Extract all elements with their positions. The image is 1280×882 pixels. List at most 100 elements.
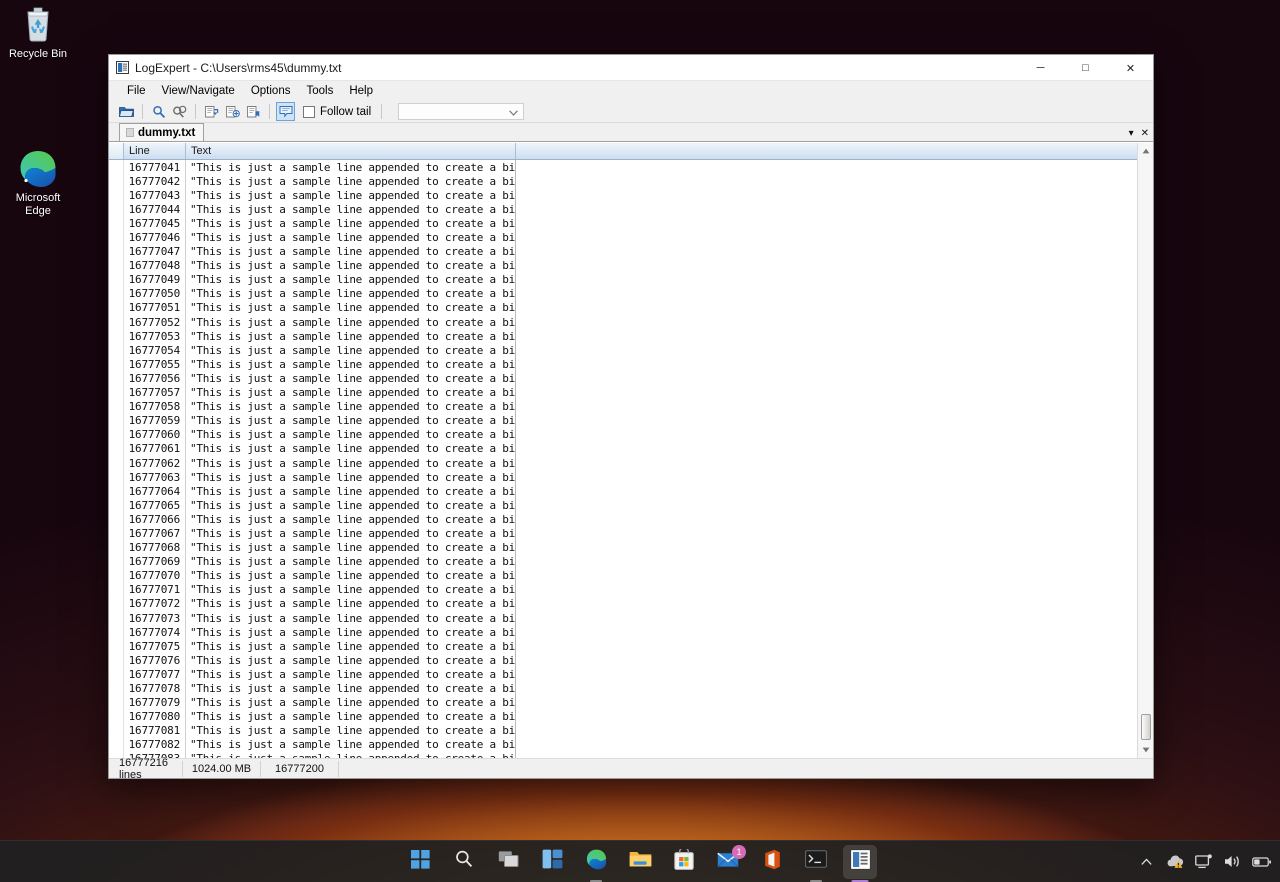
search-icon[interactable] xyxy=(149,102,168,121)
log-row[interactable]: 16777049 "This is just a sample line appe… xyxy=(109,272,1153,287)
row-marker-cell[interactable] xyxy=(109,709,124,724)
row-marker-cell[interactable] xyxy=(109,160,124,175)
row-marker-cell[interactable] xyxy=(109,653,124,668)
tail-window-icon[interactable] xyxy=(276,102,295,121)
log-row[interactable]: 16777068 "This is just a sample line appe… xyxy=(109,540,1153,555)
log-row[interactable]: 16777074 "This is just a sample line appe… xyxy=(109,625,1153,640)
log-row[interactable]: 16777076 "This is just a sample line appe… xyxy=(109,653,1153,668)
row-marker-cell[interactable] xyxy=(109,737,124,752)
bookmark-remove-icon[interactable] xyxy=(223,102,242,121)
row-marker-cell[interactable] xyxy=(109,230,124,245)
row-marker-cell[interactable] xyxy=(109,596,124,611)
taskbar-logexpert-button[interactable] xyxy=(843,844,877,882)
row-marker-cell[interactable] xyxy=(109,751,124,758)
row-marker-cell[interactable] xyxy=(109,455,124,471)
scroll-down-arrow-icon[interactable] xyxy=(1138,742,1154,758)
log-row[interactable]: 16777048 "This is just a sample line appe… xyxy=(109,258,1153,273)
row-marker-cell[interactable] xyxy=(109,582,124,597)
open-file-icon[interactable] xyxy=(117,102,136,121)
row-marker-cell[interactable] xyxy=(109,723,124,738)
log-row[interactable]: 16777060 "This is just a sample line appe… xyxy=(109,427,1153,442)
tab-close-icon[interactable]: ✕ xyxy=(1141,128,1149,139)
menu-help[interactable]: Help xyxy=(341,83,381,99)
menu-file[interactable]: File xyxy=(119,83,154,99)
taskbar-store-button[interactable] xyxy=(667,845,701,879)
log-row[interactable]: 16777045 "This is just a sample line appe… xyxy=(109,216,1153,231)
taskbar-task-view-button[interactable] xyxy=(491,845,525,879)
log-row[interactable]: 16777047 "This is just a sample line appe… xyxy=(109,244,1153,259)
row-marker-cell[interactable] xyxy=(109,258,124,273)
row-marker-cell[interactable] xyxy=(109,611,124,626)
scrollbar-thumb[interactable] xyxy=(1140,714,1151,740)
menu-options[interactable]: Options xyxy=(243,83,299,99)
taskbar-widgets-button[interactable] xyxy=(535,845,569,879)
log-row[interactable]: 16777058 "This is just a sample line appe… xyxy=(109,399,1153,414)
log-row[interactable]: 16777043 "This is just a sample line appe… xyxy=(109,188,1153,203)
menu-tools[interactable]: Tools xyxy=(298,83,341,99)
row-marker-cell[interactable] xyxy=(109,526,124,541)
speaker-icon[interactable] xyxy=(1223,849,1243,875)
log-row[interactable]: 16777041 "This is just a sample line appe… xyxy=(109,160,1153,175)
row-marker-cell[interactable] xyxy=(109,371,124,386)
row-marker-cell[interactable] xyxy=(109,512,124,527)
follow-tail-checkbox[interactable] xyxy=(303,105,315,118)
menu-view-navigate[interactable]: View/Navigate xyxy=(154,83,243,99)
row-marker-cell[interactable] xyxy=(109,329,124,344)
log-row[interactable]: 16777063 "This is just a sample line appe… xyxy=(109,470,1153,485)
scrollbar-track[interactable] xyxy=(1138,159,1154,742)
search-again-icon[interactable] xyxy=(170,102,189,121)
log-row[interactable]: 16777059 "This is just a sample line appe… xyxy=(109,413,1153,428)
log-row[interactable]: 16777052 "This is just a sample line appe… xyxy=(109,315,1153,330)
taskbar-start-button[interactable] xyxy=(403,845,437,879)
row-marker-cell[interactable] xyxy=(109,470,124,485)
taskbar-search-button[interactable] xyxy=(447,845,481,879)
battery-icon[interactable] xyxy=(1252,849,1272,875)
row-marker-cell[interactable] xyxy=(109,188,124,203)
row-marker-cell[interactable] xyxy=(109,244,124,259)
row-marker-cell[interactable] xyxy=(109,498,124,513)
log-row[interactable]: 16777042 "This is just a sample line appe… xyxy=(109,174,1153,189)
row-marker-cell[interactable] xyxy=(109,399,124,414)
tab-list-dropdown-icon[interactable]: ▾ xyxy=(1129,128,1134,139)
log-row[interactable]: 16777053 "This is just a sample line appe… xyxy=(109,329,1153,344)
log-row[interactable]: 16777071 "This is just a sample line appe… xyxy=(109,582,1153,597)
row-marker-cell[interactable] xyxy=(109,413,124,428)
log-row[interactable]: 16777082 "This is just a sample line appe… xyxy=(109,737,1153,752)
taskbar-edge-button[interactable] xyxy=(579,845,613,882)
row-marker-cell[interactable] xyxy=(109,681,124,696)
log-row[interactable]: 16777066 "This is just a sample line appe… xyxy=(109,512,1153,527)
log-row[interactable]: 16777046 "This is just a sample line appe… xyxy=(109,230,1153,245)
log-row[interactable]: 16777062 "This is just a sample line appe… xyxy=(109,455,1153,471)
row-marker-cell[interactable] xyxy=(109,300,124,316)
taskbar-office-button[interactable] xyxy=(755,845,789,879)
row-marker-cell[interactable] xyxy=(109,441,124,456)
row-marker-cell[interactable] xyxy=(109,174,124,189)
row-marker-cell[interactable] xyxy=(109,667,124,682)
row-marker-cell[interactable] xyxy=(109,540,124,555)
row-marker-cell[interactable] xyxy=(109,357,124,372)
log-row[interactable]: 16777070 "This is just a sample line appe… xyxy=(109,568,1153,583)
minimize-button[interactable]: ─ xyxy=(1018,55,1063,81)
log-row[interactable]: 16777075 "This is just a sample line appe… xyxy=(109,639,1153,654)
row-marker-cell[interactable] xyxy=(109,216,124,231)
row-marker-cell[interactable] xyxy=(109,554,124,569)
row-marker-cell[interactable] xyxy=(109,484,124,499)
row-marker-cell[interactable] xyxy=(109,385,124,400)
row-marker-cell[interactable] xyxy=(109,286,124,301)
log-row[interactable]: 16777079 "This is just a sample line appe… xyxy=(109,695,1153,710)
log-row[interactable]: 16777057 "This is just a sample line appe… xyxy=(109,385,1153,400)
log-row[interactable]: 16777044 "This is just a sample line appe… xyxy=(109,202,1153,217)
log-row[interactable]: 16777067 "This is just a sample line appe… xyxy=(109,526,1153,541)
log-row[interactable]: 16777051 "This is just a sample line appe… xyxy=(109,300,1153,316)
taskbar-mail-button[interactable]: 1 xyxy=(711,844,746,879)
row-marker-cell[interactable] xyxy=(109,695,124,710)
vertical-scrollbar[interactable] xyxy=(1137,143,1153,758)
row-marker-cell[interactable] xyxy=(109,625,124,640)
bookmark-add-icon[interactable] xyxy=(202,102,221,121)
row-marker-cell[interactable] xyxy=(109,343,124,358)
close-button[interactable]: ✕ xyxy=(1108,55,1153,81)
log-row[interactable]: 16777083"This is just a sample line appe… xyxy=(109,751,1153,758)
log-row[interactable]: 16777050 "This is just a sample line appe… xyxy=(109,286,1153,301)
row-marker-cell[interactable] xyxy=(109,568,124,583)
scroll-up-arrow-icon[interactable] xyxy=(1138,143,1154,159)
